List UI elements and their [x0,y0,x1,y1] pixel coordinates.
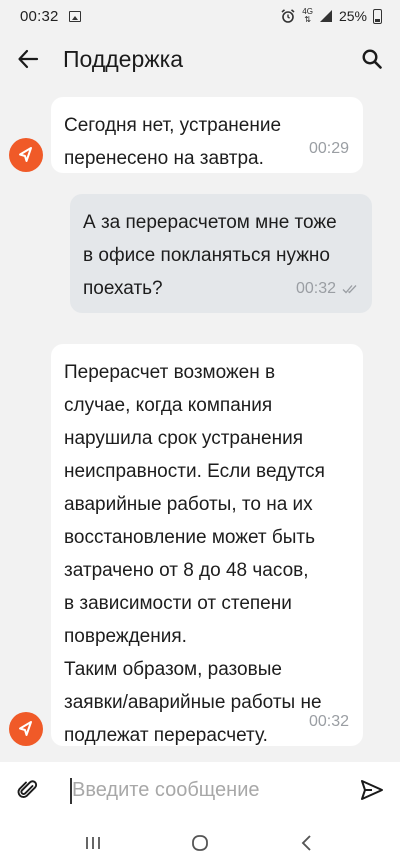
battery-level: 25% [338,8,367,24]
recent-apps-button[interactable] [63,823,123,863]
status-time: 00:32 [20,7,59,25]
incoming-message[interactable]: Сегодня нет, устранение перенесено на за… [51,97,363,173]
message-text: Сегодня нет, устранение перенесено на за… [64,115,282,169]
alarm-icon [281,9,295,23]
paper-plane-logo-icon [19,721,32,736]
home-button[interactable] [170,823,230,863]
network-arrows-icon: ⇅ [304,15,311,24]
text-caret [70,778,72,804]
app-bar: Поддержка [0,32,400,86]
message-text: Перерасчет возможен в случае, когда комп… [64,362,325,746]
image-notification-icon [68,10,81,22]
message-input[interactable] [56,778,344,802]
network-indicator: 4G ⇅ [302,8,313,24]
support-avatar [9,138,43,172]
message-time: 00:32 [295,280,336,297]
paperclip-icon [17,780,38,798]
message-time: 00:32 [308,713,349,730]
outgoing-message[interactable]: А за перерасчетом мне тоже в офисе покла… [70,194,372,313]
message-meta: 00:32 [296,272,358,305]
recent-apps-icon [86,836,101,849]
system-navigation-bar [0,818,400,867]
back-button[interactable] [0,32,56,86]
composer-bar [0,762,400,818]
search-button[interactable] [344,32,400,86]
attach-button[interactable] [0,762,56,818]
home-icon [192,834,208,851]
support-avatar [9,712,43,746]
message-meta: 00:32 [309,705,349,738]
battery-icon [373,8,382,24]
signal-icon [319,10,332,22]
message-time: 00:29 [308,140,349,157]
arrow-left-icon [18,49,39,69]
chevron-left-icon [301,834,311,851]
incoming-message[interactable]: Перерасчет возможен в случае, когда комп… [51,344,363,746]
system-back-button[interactable] [277,823,337,863]
send-button[interactable] [344,762,400,818]
message-field[interactable] [56,762,344,818]
search-icon [362,49,382,69]
paper-plane-logo-icon [19,147,32,162]
double-check-icon [342,284,357,293]
message-meta: 00:29 [309,132,349,165]
message-list[interactable]: Сегодня нет, устранение перенесено на за… [0,86,400,756]
status-bar: 00:32 4G ⇅ 25% [0,0,400,32]
send-icon [361,780,383,800]
page-title: Поддержка [63,45,183,72]
